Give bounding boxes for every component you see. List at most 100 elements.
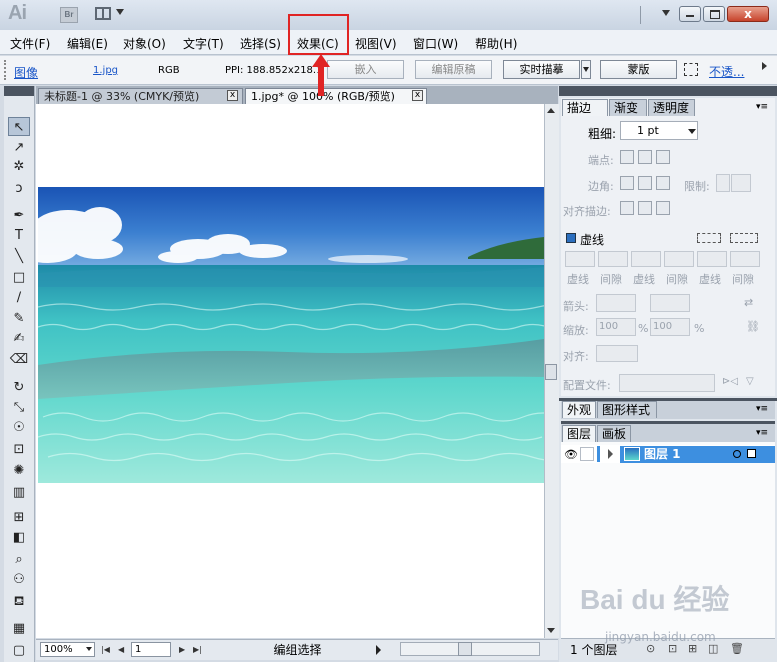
eyedropper-tool-icon[interactable]: ⌕ [8,550,30,569]
scale-tool-icon[interactable]: ⤡ [8,398,30,417]
menu-object[interactable]: 对象(O) [123,35,166,52]
embed-button[interactable]: 嵌入 [327,60,404,79]
blend-tool-icon[interactable]: ⚇ [8,570,30,589]
file-name-link[interactable]: 1.jpg [93,65,118,76]
preserve-dash-icon[interactable] [697,233,721,243]
arrow-align-buttons[interactable] [596,345,638,362]
tools-panel-header[interactable] [4,86,34,96]
arrow-start-scale-field[interactable]: 100 [596,318,636,336]
miter-join-icon[interactable] [620,176,634,190]
chevron-down-icon[interactable] [688,129,696,134]
vertical-scroll-thumb[interactable] [545,364,557,380]
menu-type[interactable]: 文字(T) [183,35,224,52]
bevel-join-icon[interactable] [656,176,670,190]
warp-tool-icon[interactable]: ☉ [8,418,30,437]
rectangle-tool-icon[interactable]: □ [8,268,30,287]
first-artboard-icon[interactable]: |◀ [101,645,110,654]
control-bar-grip[interactable] [4,60,10,80]
horizontal-scroll-thumb[interactable] [458,642,472,656]
tab-appearance[interactable]: 外观 [562,401,596,418]
panel-dock-header[interactable] [559,86,777,96]
status-text[interactable]: 编组选择 [210,642,385,658]
transform-icon[interactable] [684,63,698,76]
stroke-weight-field[interactable]: 1 pt [620,121,698,140]
blob-brush-tool-icon[interactable]: ✍ [8,329,30,348]
butt-cap-icon[interactable] [620,150,634,164]
direct-selection-tool-icon[interactable]: ↗ [8,138,30,157]
arrow-end-scale-field[interactable]: 100 [650,318,690,336]
width-profile-select[interactable] [619,374,715,392]
gap-field[interactable] [730,251,760,267]
align-center-icon[interactable] [620,201,634,215]
scroll-up-icon[interactable] [547,108,555,113]
close-tab-icon[interactable]: x [227,90,238,101]
menu-window[interactable]: 窗口(W) [413,35,458,52]
dash-field[interactable] [631,251,661,267]
limit-field[interactable] [731,174,751,192]
edit-original-button[interactable]: 编辑原稿 [415,60,492,79]
pen-tool-icon[interactable]: ✒ [8,206,30,225]
target-icon[interactable] [733,450,741,458]
tab-graphic-styles[interactable]: 图形样式 [597,401,657,418]
symbol-sprayer-tool-icon[interactable]: ✺ [8,461,30,480]
visibility-eye-icon[interactable]: 👁 [564,448,578,461]
tab-transparency[interactable]: 透明度 [648,99,695,116]
line-tool-icon[interactable]: ╲ [8,247,30,266]
object-type-label[interactable]: 图像 [14,64,38,81]
flip-across-icon[interactable]: ▽ [746,376,754,387]
selection-indicator-icon[interactable] [747,449,756,458]
start-arrowhead-select[interactable] [596,294,636,312]
expand-layer-icon[interactable] [608,449,613,459]
magic-wand-tool-icon[interactable]: ✲ [8,157,30,176]
tab-untitled-1[interactable]: 未标题-1 @ 33% (CMYK/预览) [38,88,243,104]
artboard-number-field[interactable]: 1 [131,642,171,657]
tab-gradient[interactable]: 渐变 [609,99,647,116]
live-paint-bucket-tool-icon[interactable]: ⛾ [8,592,30,611]
graph-tool-icon[interactable]: ▥ [8,483,30,502]
next-artboard-icon[interactable]: ▶ [179,645,185,654]
lock-toggle-box[interactable] [580,447,594,461]
type-tool-icon[interactable]: T [8,226,30,245]
control-bar-menu-icon[interactable] [762,62,767,70]
dash-field[interactable] [697,251,727,267]
menu-view[interactable]: 视图(V) [355,35,397,52]
scroll-down-icon[interactable] [547,628,555,633]
gap-field[interactable] [598,251,628,267]
delete-layer-icon[interactable]: 🗑 [730,642,744,655]
tab-1-jpg[interactable]: 1.jpg* @ 100% (RGB/预览) [245,88,427,104]
gradient-tool-icon[interactable]: ◧ [8,528,30,547]
tab-layers[interactable]: 图层 [562,425,596,442]
panel-menu-icon[interactable]: ▾≡ [756,428,768,438]
bridge-icon[interactable]: Br [60,7,78,23]
minimize-button[interactable] [679,6,701,22]
previous-artboard-icon[interactable]: ◀ [118,645,124,654]
pencil-tool-icon[interactable]: ✎ [8,309,30,328]
dash-field[interactable] [565,251,595,267]
maximize-button[interactable] [703,6,725,22]
arrange-documents-icon[interactable] [95,7,111,20]
workspace-switcher-icon[interactable] [662,10,670,16]
status-menu-icon[interactable] [376,645,381,655]
rotate-tool-icon[interactable]: ↻ [8,378,30,397]
placed-image-ocean[interactable] [38,187,544,483]
last-artboard-icon[interactable]: ▶| [193,645,202,654]
close-tab-icon[interactable]: x [412,90,423,101]
mesh-tool-icon[interactable]: ⊞ [8,508,30,527]
close-button[interactable]: x [727,6,769,22]
end-arrowhead-select[interactable] [650,294,690,312]
live-trace-button[interactable]: 实时描摹 [503,60,580,79]
flip-along-icon[interactable]: ⊳◁ [722,376,738,387]
menu-file[interactable]: 文件(F) [10,35,50,52]
panel-menu-icon[interactable]: ▾≡ [756,102,768,112]
projecting-cap-icon[interactable] [656,150,670,164]
menu-help[interactable]: 帮助(H) [475,35,517,52]
menu-edit[interactable]: 编辑(E) [67,35,108,52]
tracing-options-dropdown[interactable] [581,60,591,79]
limit-stepper[interactable] [716,174,730,192]
tab-artboards[interactable]: 画板 [597,425,631,442]
selection-tool-icon[interactable]: ↖ [8,117,30,136]
artboard-tool-icon[interactable]: ▢ [8,641,30,660]
align-outside-icon[interactable] [656,201,670,215]
menu-select[interactable]: 选择(S) [240,35,281,52]
opacity-link[interactable]: 不透... [709,63,744,80]
